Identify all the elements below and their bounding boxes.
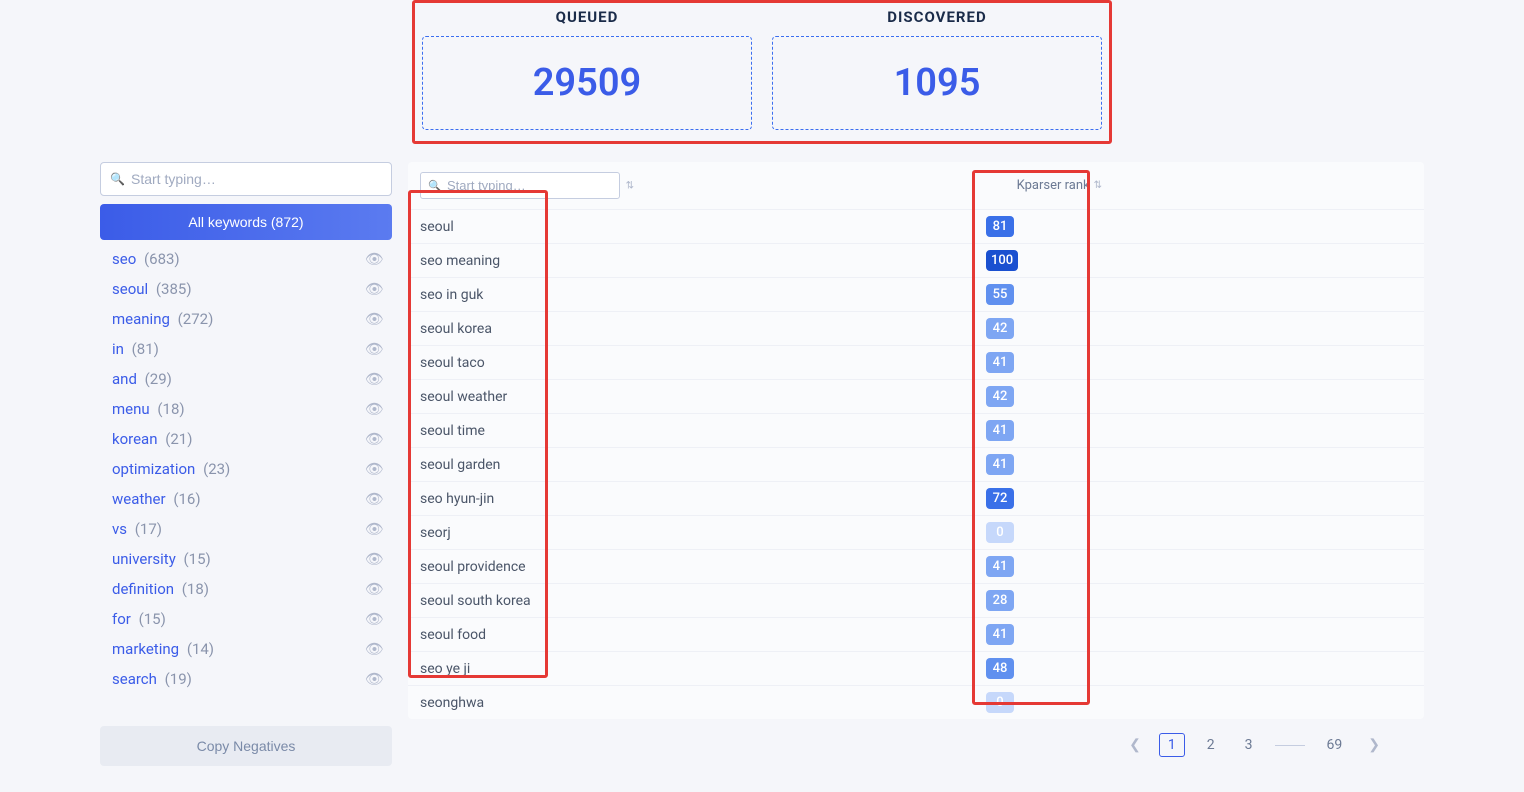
table-row[interactable]: seoul korea42 [408,311,1424,345]
page-3[interactable]: 3 [1237,734,1261,756]
keyword-count: (15) [139,610,166,628]
keyword-list: seo (683)👁seoul (385)👁meaning (272)👁in (… [100,244,392,694]
keyword-item[interactable]: menu (18) 👁 [100,394,392,424]
page-2[interactable]: 2 [1199,734,1223,756]
keyword-label: menu [112,400,150,418]
stats-panel: QUEUED 29509 DISCOVERED 1095 [0,0,1524,142]
table-row[interactable]: seoul food41 [408,617,1424,651]
keyword-count: (385) [156,280,192,298]
eye-icon[interactable]: 👁 [365,310,384,328]
results-panel: 🔍 ⇅ Kparser rank ⇅ seoul81seo meaning100… [408,162,1424,766]
keyword-label: seo [112,250,136,268]
keyword-label: weather [112,490,166,508]
term-cell: seonghwa [420,695,980,711]
table-row[interactable]: seoul weather42 [408,379,1424,413]
page-1[interactable]: 1 [1159,733,1185,757]
table-row[interactable]: seorj0 [408,515,1424,549]
eye-icon[interactable]: 👁 [365,610,384,628]
copy-negatives-button[interactable]: Copy Negatives [100,726,392,766]
keyword-count: (16) [173,490,200,508]
keyword-item[interactable]: korean (21) 👁 [100,424,392,454]
stats-highlight-box [412,0,1112,144]
eye-icon[interactable]: 👁 [365,430,384,448]
keyword-count: (19) [165,670,192,688]
keyword-label: definition [112,580,174,598]
prev-page-button[interactable]: ❮ [1125,733,1145,757]
eye-icon[interactable]: 👁 [365,640,384,658]
keyword-item[interactable]: and (29) 👁 [100,364,392,394]
table-body: seoul81seo meaning100seo in guk55seoul k… [408,209,1424,719]
table-row[interactable]: seoul taco41 [408,345,1424,379]
table-row[interactable]: seoul providence41 [408,549,1424,583]
table-row[interactable]: seonghwa0 [408,685,1424,719]
table-row[interactable]: seoul south korea28 [408,583,1424,617]
eye-icon[interactable]: 👁 [365,340,384,358]
keyword-count: (15) [184,550,211,568]
pagination-separator [1275,745,1305,746]
keyword-item[interactable]: university (15) 👁 [100,544,392,574]
table-row[interactable]: seo in guk55 [408,277,1424,311]
search-icon: 🔍 [110,172,125,186]
keyword-count: (18) [157,400,184,418]
keyword-label: marketing [112,640,179,658]
sort-icon[interactable]: ⇅ [1094,180,1102,191]
keyword-item[interactable]: for (15) 👁 [100,604,392,634]
table-row[interactable]: seoul time41 [408,413,1424,447]
terms-highlight-box [408,190,548,678]
keyword-label: meaning [112,310,170,328]
keyword-item[interactable]: seoul (385) 👁 [100,274,392,304]
eye-icon[interactable]: 👁 [365,280,384,298]
keyword-count: (23) [203,460,230,478]
keyword-count: (683) [144,250,180,268]
eye-icon[interactable]: 👁 [365,550,384,568]
table-row[interactable]: seo meaning100 [408,243,1424,277]
keyword-count: (21) [165,430,192,448]
eye-icon[interactable]: 👁 [365,670,384,688]
next-page-button[interactable]: ❯ [1364,733,1384,757]
sidebar: 🔍 All keywords (872) seo (683)👁seoul (38… [100,162,392,766]
keyword-item[interactable]: search (19) 👁 [100,664,392,694]
eye-icon[interactable]: 👁 [365,520,384,538]
rank-highlight-box [972,170,1090,705]
keyword-count: (17) [135,520,162,538]
table-row[interactable]: seo hyun-jin72 [408,481,1424,515]
keyword-label: search [112,670,157,688]
keyword-item[interactable]: optimization (23) 👁 [100,454,392,484]
keyword-label: and [112,370,137,388]
keyword-count: (81) [132,340,159,358]
keyword-count: (272) [178,310,214,328]
table-row[interactable]: seoul garden41 [408,447,1424,481]
keyword-count: (29) [145,370,172,388]
eye-icon[interactable]: 👁 [365,250,384,268]
keyword-count: (18) [182,580,209,598]
keyword-item[interactable]: weather (16) 👁 [100,484,392,514]
eye-icon[interactable]: 👁 [365,400,384,418]
keyword-label: university [112,550,176,568]
keyword-label: seoul [112,280,148,298]
table-row[interactable]: seo ye ji48 [408,651,1424,685]
keyword-label: for [112,610,131,628]
pagination: ❮ 1 2 3 69 ❯ [408,719,1424,757]
keyword-count: (14) [187,640,214,658]
eye-icon[interactable]: 👁 [365,460,384,478]
keyword-item[interactable]: definition (18) 👁 [100,574,392,604]
all-keywords-button[interactable]: All keywords (872) [100,204,392,240]
sidebar-search-input[interactable] [100,162,392,196]
keyword-item[interactable]: in (81) 👁 [100,334,392,364]
keyword-item[interactable]: marketing (14) 👁 [100,634,392,664]
keyword-item[interactable]: seo (683) 👁 [100,244,392,274]
table-header: 🔍 ⇅ Kparser rank ⇅ [408,162,1424,209]
keyword-label: korean [112,430,158,448]
page-last[interactable]: 69 [1319,734,1351,756]
table-row[interactable]: seoul81 [408,209,1424,243]
keyword-item[interactable]: meaning (272) 👁 [100,304,392,334]
sort-icon[interactable]: ⇅ [626,180,634,191]
eye-icon[interactable]: 👁 [365,580,384,598]
keyword-item[interactable]: vs (17) 👁 [100,514,392,544]
keyword-label: optimization [112,460,195,478]
eye-icon[interactable]: 👁 [365,490,384,508]
keyword-label: vs [112,520,127,538]
eye-icon[interactable]: 👁 [365,370,384,388]
keyword-label: in [112,340,124,358]
